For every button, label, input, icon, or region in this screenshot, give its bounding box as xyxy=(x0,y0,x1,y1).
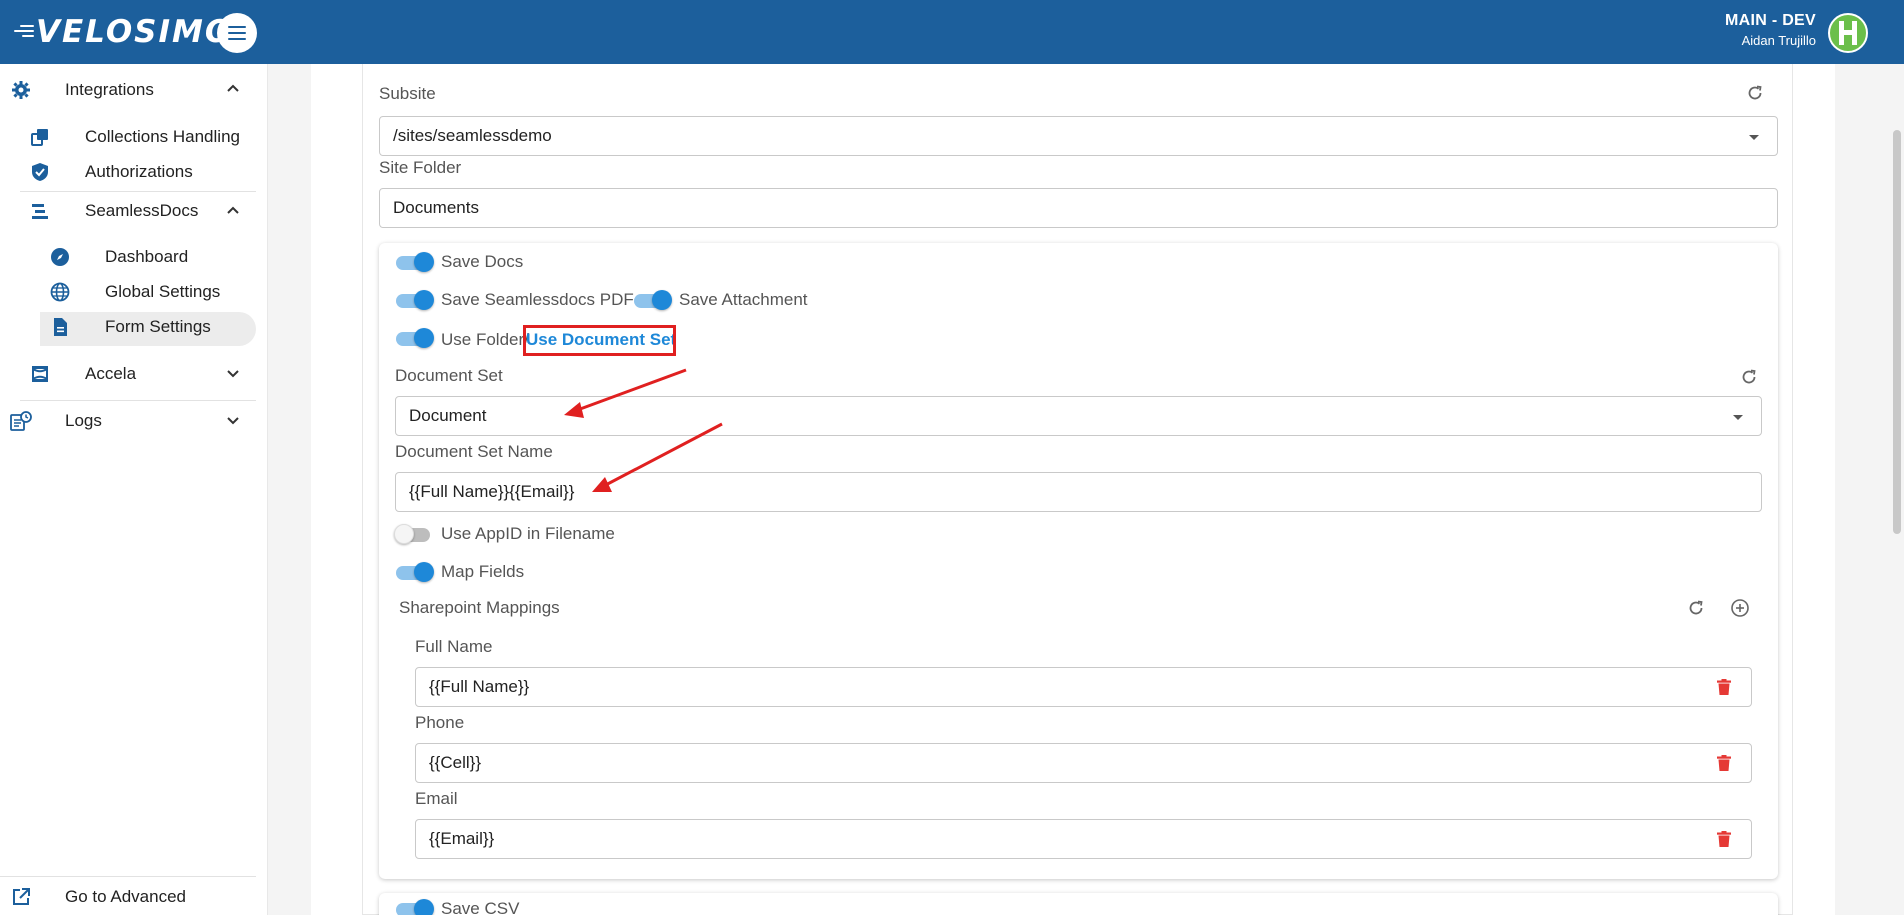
use-appid-toggle[interactable] xyxy=(394,524,432,544)
save-attachment-label: Save Attachment xyxy=(679,290,808,309)
sidebar-label-dashboard: Dashboard xyxy=(105,247,189,266)
sidebar-label-seamlessdocs: SeamlessDocs xyxy=(85,201,199,220)
trash-icon[interactable] xyxy=(1717,755,1731,771)
trash-icon[interactable] xyxy=(1717,831,1731,847)
mapping-input[interactable]: {{Cell}} xyxy=(415,743,1752,783)
globe-icon xyxy=(50,282,70,302)
subsite-label: Subsite xyxy=(379,84,436,103)
sidebar-label-accela: Accela xyxy=(85,364,137,383)
document-set-value: Document xyxy=(409,406,487,425)
annotation-arrows xyxy=(564,368,723,492)
map-fields-label: Map Fields xyxy=(441,562,525,581)
logo-speed-lines-icon xyxy=(12,21,34,43)
subsite-select[interactable]: /sites/seamlessdemo xyxy=(379,116,1778,156)
mapping-label: Email xyxy=(415,789,458,808)
use-folder-label: Use Folder/ xyxy=(441,330,529,349)
refresh-icon[interactable] xyxy=(1740,368,1758,386)
document-icon xyxy=(50,317,70,337)
save-docs-toggle[interactable] xyxy=(396,252,434,272)
sidebar-item-logs[interactable]: Logs xyxy=(0,408,256,434)
hamburger-menu-button[interactable] xyxy=(217,13,257,53)
sidebar-label-integrations: Integrations xyxy=(65,80,154,99)
shield-check-icon xyxy=(30,162,50,182)
sidebar-label-collections-handling: Collections Handling xyxy=(85,127,240,146)
chevron-up-icon xyxy=(227,206,239,214)
velosimo-logo[interactable]: VELOSIMO xyxy=(12,12,233,52)
environment-info: MAIN - DEV Aidan Trujillo xyxy=(1725,12,1816,48)
save-pdf-label: Save Seamlessdocs PDF xyxy=(441,290,634,309)
save-csv-label: Save CSV xyxy=(441,899,520,915)
document-set-name-label: Document Set Name xyxy=(395,442,553,461)
site-folder-label: Site Folder xyxy=(379,158,462,177)
save-pdf-toggle[interactable] xyxy=(396,290,434,310)
sidebar-item-seamlessdocs[interactable]: SeamlessDocs xyxy=(0,198,256,224)
save-csv-card xyxy=(379,893,1778,915)
user-name: Aidan Trujillo xyxy=(1741,33,1816,48)
avatar-pattern-icon xyxy=(1839,21,1857,45)
mapping-value: {{Cell}} xyxy=(429,753,481,772)
sidebar-item-dashboard[interactable]: Dashboard xyxy=(0,244,256,270)
mapping-input[interactable]: {{Email}} xyxy=(415,819,1752,859)
caret-down-icon xyxy=(1749,135,1759,140)
sidebar-label-logs: Logs xyxy=(65,411,102,430)
brand-name: VELOSIMO xyxy=(36,14,234,50)
page-scrollbar-thumb[interactable] xyxy=(1893,130,1901,534)
gear-icon xyxy=(11,80,31,100)
user-avatar[interactable] xyxy=(1828,13,1868,53)
sidebar-item-authorizations[interactable]: Authorizations xyxy=(0,159,256,185)
logs-icon xyxy=(10,411,32,431)
collections-icon xyxy=(30,127,50,147)
mapping-value: {{Full Name}} xyxy=(429,677,530,696)
save-csv-toggle[interactable] xyxy=(396,899,434,915)
sidebar-label-form-settings: Form Settings xyxy=(105,317,211,336)
use-appid-label: Use AppID in Filename xyxy=(441,524,615,543)
sidebar-item-collections-handling[interactable]: Collections Handling xyxy=(0,124,256,150)
mapping-value: {{Email}} xyxy=(429,829,495,848)
sidebar-divider xyxy=(0,876,256,877)
refresh-icon[interactable] xyxy=(1687,599,1705,617)
environment-title: MAIN - DEV xyxy=(1725,12,1816,29)
external-link-icon xyxy=(11,887,31,907)
add-circle-icon[interactable] xyxy=(1730,598,1750,618)
compass-icon xyxy=(50,247,70,267)
sidebar-item-global-settings[interactable]: Global Settings xyxy=(0,279,256,305)
chevron-down-icon xyxy=(227,417,239,425)
sidebar: Integrations Collections Handling Author… xyxy=(0,64,268,915)
site-folder-input[interactable]: Documents xyxy=(379,188,1778,228)
accela-icon xyxy=(30,364,50,384)
sidebar-label-global-settings: Global Settings xyxy=(105,282,221,301)
go-to-advanced-label: Go to Advanced xyxy=(65,887,186,906)
go-to-advanced-link[interactable]: Go to Advanced xyxy=(0,884,256,910)
refresh-icon[interactable] xyxy=(1746,84,1764,102)
mapping-label: Full Name xyxy=(415,637,493,656)
annotation-highlight-box xyxy=(523,325,676,356)
save-docs-label: Save Docs xyxy=(441,252,524,271)
map-fields-toggle[interactable] xyxy=(396,562,434,582)
mapping-label: Phone xyxy=(415,713,465,732)
site-folder-value: Documents xyxy=(393,198,479,217)
mapping-input[interactable]: {{Full Name}} xyxy=(415,667,1752,707)
sidebar-item-integrations[interactable]: Integrations xyxy=(0,76,256,104)
top-bar: VELOSIMO MAIN - DEV Aidan Trujillo xyxy=(0,0,1904,64)
subsite-value: /sites/seamlessdemo xyxy=(393,126,552,145)
sidebar-divider xyxy=(20,400,256,401)
sidebar-divider xyxy=(20,191,256,192)
sharepoint-mappings-label: Sharepoint Mappings xyxy=(399,598,560,617)
sidebar-label-authorizations: Authorizations xyxy=(85,162,193,181)
caret-down-icon xyxy=(1733,415,1743,420)
hamburger-icon xyxy=(228,26,246,40)
use-folder-toggle[interactable] xyxy=(396,328,434,348)
chevron-up-icon xyxy=(227,84,239,92)
seamlessdocs-icon xyxy=(30,201,50,221)
sidebar-item-accela[interactable]: Accela xyxy=(0,361,256,387)
sidebar-item-form-settings[interactable]: Form Settings xyxy=(0,314,256,340)
trash-icon[interactable] xyxy=(1717,679,1731,695)
save-attachment-toggle[interactable] xyxy=(634,290,672,310)
chevron-down-icon xyxy=(227,370,239,378)
document-set-label: Document Set xyxy=(395,366,503,385)
